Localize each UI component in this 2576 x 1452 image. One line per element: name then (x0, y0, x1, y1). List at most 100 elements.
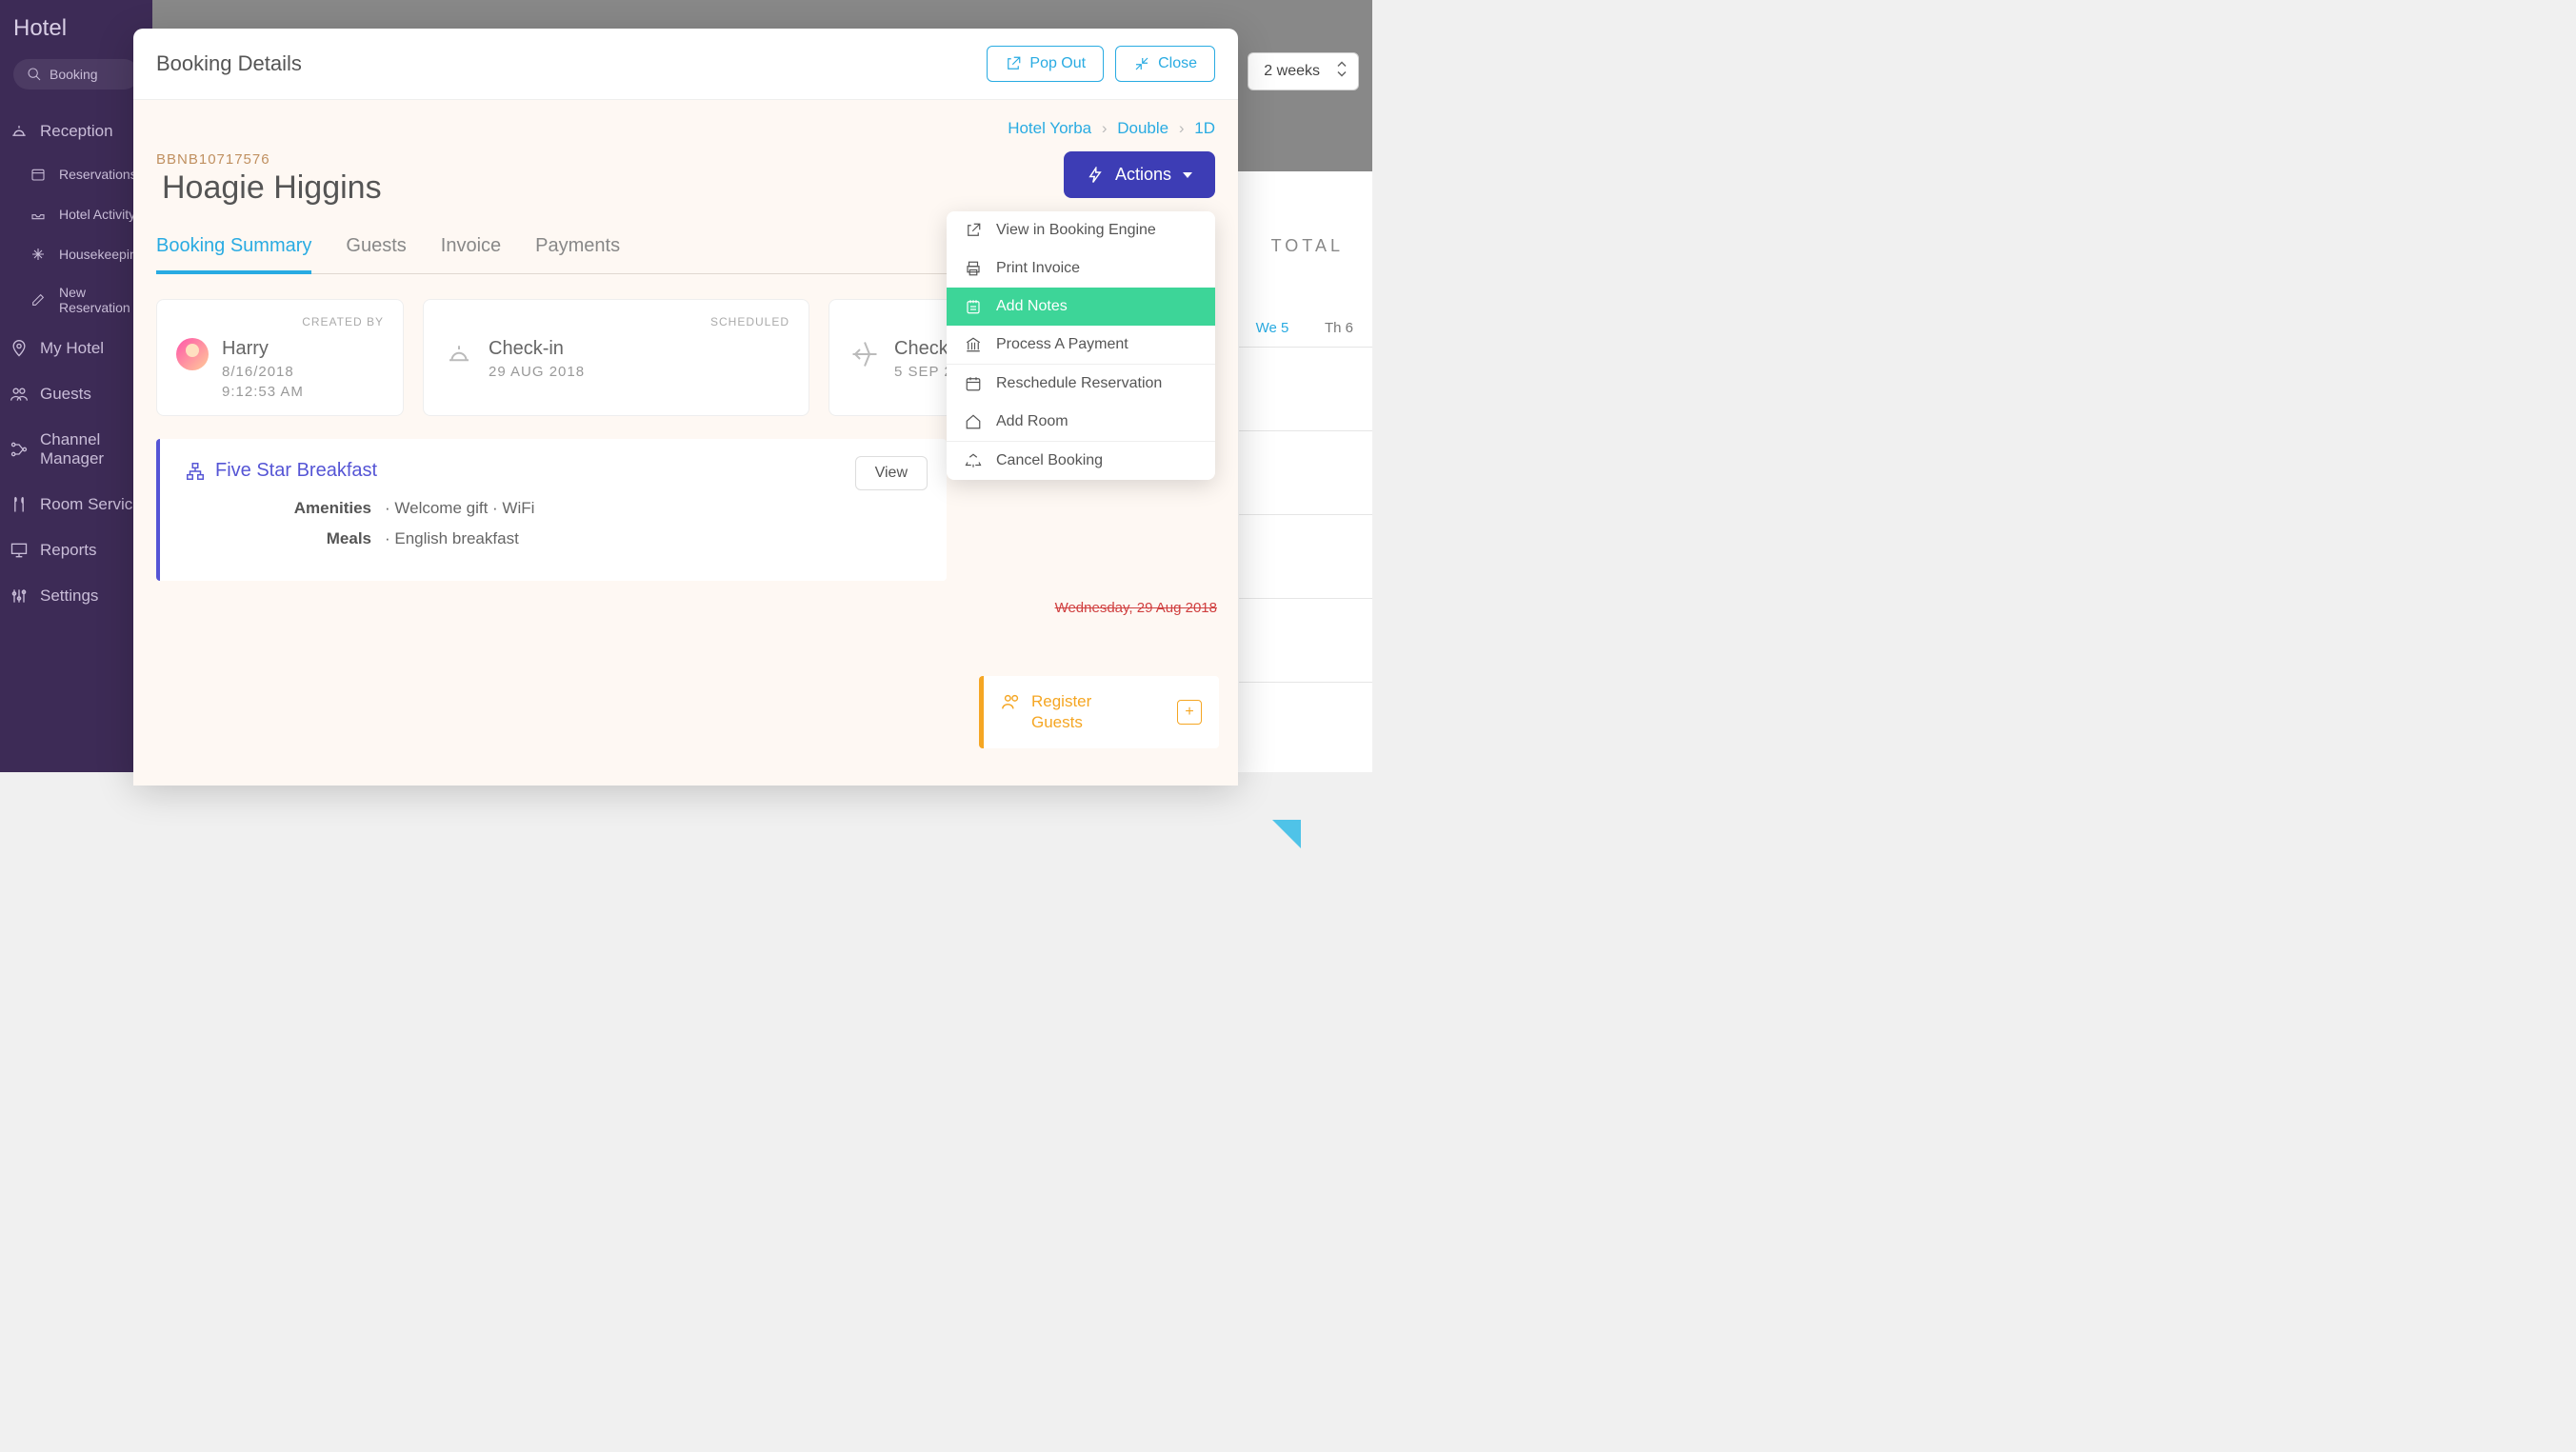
sidebar-item-hotel-activity[interactable]: Hotel Activity (0, 194, 152, 234)
calendar-day[interactable]: Th 6 (1306, 309, 1372, 348)
printer-icon (964, 259, 983, 278)
add-guest-button[interactable]: + (1177, 700, 1202, 725)
meals-value: · English breakfast (385, 529, 519, 548)
breadcrumb-roomtype[interactable]: Double (1117, 119, 1168, 137)
actions-button[interactable]: Actions (1064, 151, 1215, 198)
breadcrumb-sep: › (1102, 119, 1108, 137)
breadcrumb-room[interactable]: 1D (1194, 119, 1215, 137)
booking-details-modal: Booking Details Pop Out Close Hotel Yorb… (133, 29, 1238, 781)
lightning-icon (1087, 167, 1104, 184)
sidebar-search[interactable]: Booking (13, 59, 139, 90)
calendar-icon (29, 165, 48, 184)
created-time: 9:12:53 AM (222, 384, 304, 400)
sidebar-item-label: Reports (40, 541, 97, 560)
presentation-icon (10, 541, 29, 560)
brand-title: Hotel (0, 0, 152, 46)
sidebar-item-label: Hotel Activity (59, 207, 135, 222)
register-guests-card[interactable]: Register Guests + (979, 676, 1219, 748)
chevron-down-icon (1183, 172, 1192, 178)
sidebar-item-label: My Hotel (40, 339, 104, 358)
modal-header: Booking Details Pop Out Close (133, 29, 1238, 100)
menu-process-payment[interactable]: Process A Payment (947, 326, 1215, 364)
menu-item-label: View in Booking Engine (996, 222, 1156, 239)
sidebar-item-reservations[interactable]: Reservations (0, 154, 152, 194)
tab-booking-summary[interactable]: Booking Summary (156, 226, 311, 274)
sidebar: Hotel Booking Reception Reservations Hot… (0, 0, 152, 772)
bell-icon (443, 338, 475, 370)
notes-icon (964, 297, 983, 316)
booking-bar-fragment (1272, 820, 1301, 848)
close-button[interactable]: Close (1115, 46, 1215, 82)
breadcrumb-sep: › (1179, 119, 1185, 137)
menu-item-label: Process A Payment (996, 336, 1128, 353)
sidebar-item-room-service[interactable]: Room Service (0, 482, 152, 527)
menu-print-invoice[interactable]: Print Invoice (947, 249, 1215, 288)
tab-invoice[interactable]: Invoice (441, 226, 501, 274)
edit-icon (29, 290, 48, 309)
sidebar-item-label: Settings (40, 587, 98, 606)
sidebar-item-reports[interactable]: Reports (0, 527, 152, 573)
card-label: CREATED BY (176, 315, 384, 328)
menu-reschedule[interactable]: Reschedule Reservation (947, 365, 1215, 403)
menu-item-label: Reschedule Reservation (996, 375, 1162, 392)
sidebar-item-reception[interactable]: Reception (0, 109, 152, 154)
home-icon (964, 412, 983, 431)
sidebar-item-channel[interactable]: Channel Manager (0, 417, 152, 482)
sidebar-item-label: Guests (40, 385, 91, 404)
inbox-icon (29, 205, 48, 224)
stale-date-text: Wednesday, 29 Aug 2018 (1055, 600, 1217, 616)
chevron-down-icon (1337, 62, 1347, 82)
sidebar-item-housekeeping[interactable]: Housekeeping (0, 234, 152, 274)
menu-item-label: Add Room (996, 413, 1068, 430)
calendar-grid (1239, 348, 1372, 683)
creator-name: Harry (222, 338, 304, 360)
view-range-select[interactable]: 2 weeks (1248, 52, 1359, 90)
pop-out-button[interactable]: Pop Out (987, 46, 1104, 82)
sidebar-item-label: Channel Manager (40, 430, 143, 468)
menu-item-label: Print Invoice (996, 260, 1080, 277)
calendar-icon (964, 374, 983, 393)
view-package-button[interactable]: View (855, 456, 928, 490)
sidebar-item-new-reservation[interactable]: New Reservation (0, 274, 152, 326)
checkin-title: Check-in (489, 338, 585, 360)
guest-name: Hoagie Higgins (156, 169, 382, 207)
calendar-day[interactable]: We 5 (1239, 309, 1306, 348)
collapse-icon (1133, 55, 1150, 72)
utensils-icon (10, 495, 29, 514)
sidebar-item-label: Reception (40, 122, 113, 141)
sidebar-item-my-hotel[interactable]: My Hotel (0, 326, 152, 371)
package-name: Five Star Breakfast (215, 460, 377, 482)
tab-payments[interactable]: Payments (535, 226, 620, 274)
pin-icon (10, 339, 29, 358)
breadcrumb-hotel[interactable]: Hotel Yorba (1008, 119, 1091, 137)
menu-view-booking-engine[interactable]: View in Booking Engine (947, 211, 1215, 249)
sidebar-item-label: Reservations (59, 167, 137, 182)
network-icon (10, 440, 29, 459)
view-range-value: 2 weeks (1264, 63, 1320, 79)
sliders-icon (10, 587, 29, 606)
tab-guests[interactable]: Guests (346, 226, 406, 274)
sparkle-icon (29, 245, 48, 264)
users-icon (10, 385, 29, 404)
sidebar-item-guests[interactable]: Guests (0, 371, 152, 417)
menu-add-room[interactable]: Add Room (947, 403, 1215, 441)
plane-icon (849, 338, 881, 370)
actions-label: Actions (1115, 165, 1171, 185)
booking-id: BBNB10717576 (156, 151, 382, 168)
checkin-card: SCHEDULED Check-in 29 AUG 2018 (423, 299, 809, 416)
card-label: SCHEDULED (443, 315, 789, 328)
bank-icon (964, 335, 983, 354)
checkin-date: 29 AUG 2018 (489, 364, 585, 380)
breadcrumb: Hotel Yorba › Double › 1D (156, 119, 1215, 138)
menu-cancel-booking[interactable]: Cancel Booking (947, 442, 1215, 480)
sidebar-item-label: New Reservation (59, 285, 139, 315)
meals-label: Meals (185, 529, 385, 548)
external-link-icon (964, 221, 983, 240)
recycle-icon (964, 451, 983, 470)
sidebar-item-settings[interactable]: Settings (0, 573, 152, 619)
avatar (176, 338, 209, 370)
sidebar-item-label: Housekeeping (59, 247, 145, 262)
amenities-value: · Welcome gift · WiFi (385, 499, 534, 518)
menu-add-notes[interactable]: Add Notes (947, 288, 1215, 326)
amenities-label: Amenities (185, 499, 385, 518)
